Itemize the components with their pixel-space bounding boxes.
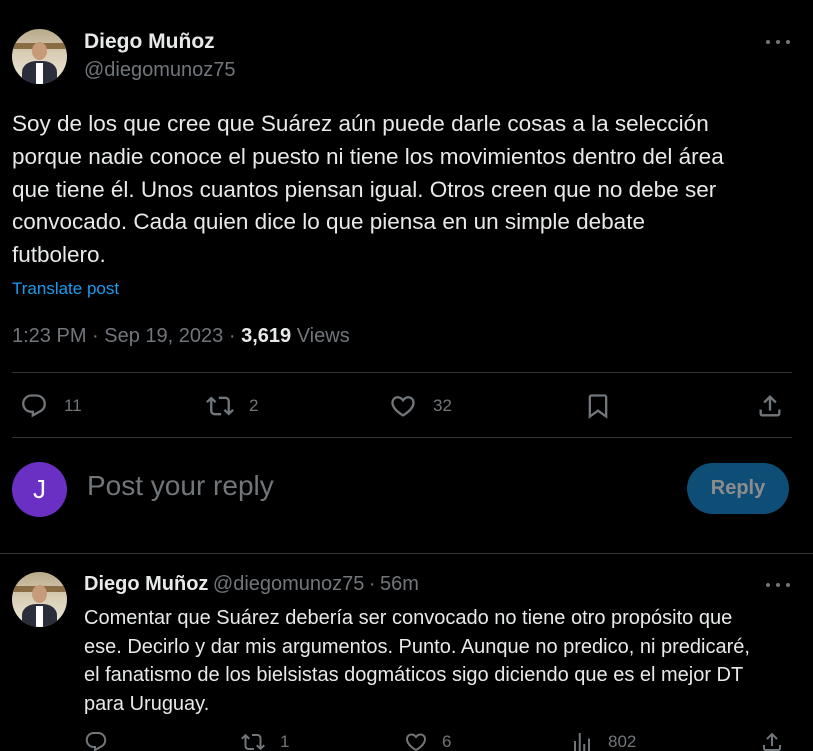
- user-avatar[interactable]: J: [12, 462, 67, 517]
- reply-author-handle[interactable]: @diegomunoz75: [213, 573, 365, 595]
- share-icon: [759, 395, 781, 417]
- like-count: 6: [442, 732, 452, 751]
- reply-author-name[interactable]: Diego Muñoz: [84, 573, 208, 595]
- repost-count: 1: [280, 732, 290, 751]
- reply-text: Comentar que Suárez debería ser convocad…: [84, 607, 750, 715]
- author-handle[interactable]: @diegomunoz75: [84, 59, 236, 82]
- share-action[interactable]: [760, 730, 784, 751]
- like-action[interactable]: 6: [404, 730, 451, 751]
- views-count: 802: [608, 732, 637, 751]
- header-separator: ·: [368, 573, 376, 595]
- repost-icon: [206, 396, 234, 416]
- share-icon: [763, 732, 781, 751]
- heart-icon: [406, 733, 426, 751]
- heart-icon: [391, 396, 415, 417]
- divider: [0, 553, 813, 554]
- reply-count: 11: [64, 396, 82, 415]
- share-action[interactable]: [756, 392, 784, 420]
- like-action[interactable]: 32: [389, 392, 452, 420]
- reply-icon: [85, 732, 107, 751]
- reply-button[interactable]: Reply: [687, 463, 789, 514]
- views-count[interactable]: 3,619: [241, 325, 291, 347]
- reply-author-avatar[interactable]: [12, 572, 67, 627]
- bookmark-action[interactable]: [584, 392, 612, 420]
- views-action[interactable]: 802: [570, 730, 636, 751]
- like-count: 32: [433, 396, 452, 415]
- post-meta: 1:23 PM · Sep 19, 2023 · 3,619 Views: [12, 325, 350, 348]
- post-text: Soy de los que cree que Suárez aún puede…: [12, 111, 724, 268]
- more-icon[interactable]: [766, 580, 790, 590]
- analytics-icon: [574, 733, 590, 751]
- divider: [12, 372, 792, 373]
- repost-icon: [241, 733, 265, 751]
- translate-post-link[interactable]: Translate post: [12, 279, 119, 299]
- reply-icon: [22, 394, 46, 418]
- reply-time[interactable]: 56m: [380, 573, 419, 595]
- meta-separator: ·: [92, 325, 99, 347]
- reply-action[interactable]: 11: [20, 392, 82, 420]
- post-date[interactable]: Sep 19, 2023: [104, 325, 223, 347]
- post-time[interactable]: 1:23 PM: [12, 325, 86, 347]
- reply-input[interactable]: Post your reply: [87, 470, 274, 502]
- author-avatar[interactable]: [12, 29, 67, 84]
- divider: [12, 437, 792, 438]
- meta-separator: ·: [228, 325, 236, 347]
- repost-action[interactable]: 1: [240, 730, 289, 751]
- reply-header: Diego Muñoz @diegomunoz75 · 56m: [84, 573, 419, 596]
- views-label: Views: [296, 325, 350, 347]
- repost-action[interactable]: 2: [205, 392, 258, 420]
- author-name[interactable]: Diego Muñoz: [84, 30, 215, 54]
- more-icon[interactable]: [766, 37, 790, 47]
- reply-action[interactable]: [84, 730, 124, 751]
- bookmark-icon: [588, 394, 608, 419]
- repost-count: 2: [249, 396, 259, 415]
- avatar-letter: J: [33, 474, 46, 504]
